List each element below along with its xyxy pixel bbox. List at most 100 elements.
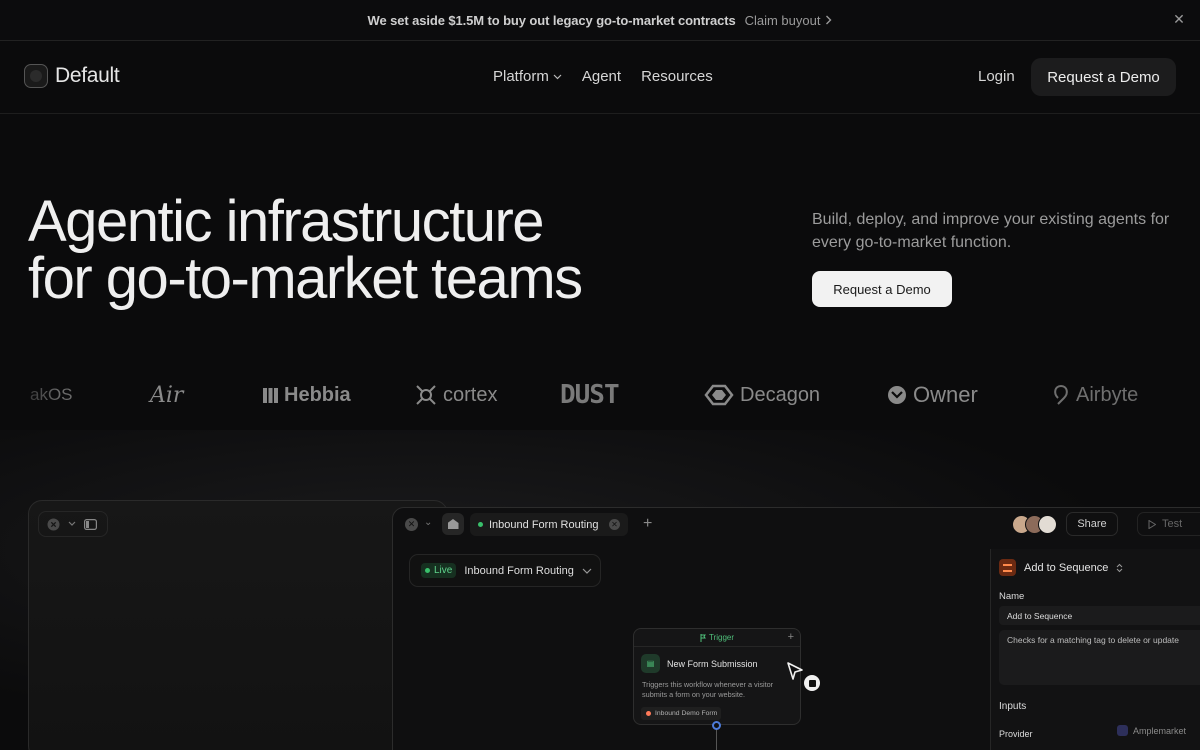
logo-owner: Owner — [887, 375, 978, 415]
logo-air: Air — [150, 375, 183, 415]
hero-title-line-1: Agentic infrastructure — [28, 189, 545, 254]
hubspot-icon — [646, 711, 651, 716]
name-label: Name — [999, 591, 1025, 602]
add-node-plus-icon[interactable]: + — [788, 631, 794, 643]
close-icon[interactable]: ✕ — [1172, 12, 1186, 26]
node-settings-panel: Add to Sequence Name Add to Sequence Che… — [990, 549, 1200, 750]
chevron-updown-icon[interactable] — [1116, 563, 1123, 573]
main-menu: Platform Agent Resources — [493, 68, 713, 85]
logo-air-label: Air — [150, 382, 184, 408]
tab-inbound-form-routing[interactable]: Inbound Form Routing ✕ — [470, 513, 628, 536]
node-header-label: Trigger — [708, 633, 735, 642]
logo-owner-label: Owner — [913, 382, 978, 407]
logo-airbyte: Airbyte — [1052, 375, 1138, 415]
panel-title: Add to Sequence — [1024, 561, 1109, 574]
inputs-heading: Inputs — [999, 701, 1027, 712]
logo-cortex: cortex — [415, 375, 497, 415]
menu-item-label: Platform — [493, 68, 549, 85]
cortex-mark-icon — [416, 385, 436, 405]
logo-strip-fade-right — [1130, 370, 1200, 420]
logo-hebbia: Hebbia — [263, 375, 351, 415]
trigger-node[interactable]: Trigger + ▤ New Form Submission Triggers… — [633, 628, 801, 725]
app-preview-back-window — [28, 500, 448, 750]
close-circle-icon[interactable] — [47, 518, 60, 531]
sequence-icon — [999, 559, 1016, 576]
test-label: Test — [1162, 518, 1183, 530]
chevron-down-icon[interactable] — [68, 521, 76, 527]
close-circle-icon[interactable]: ✕ — [405, 518, 418, 531]
logo-dust: DUST — [560, 375, 620, 415]
share-button[interactable]: Share — [1066, 512, 1118, 536]
logo-strip-fade-left — [0, 370, 60, 420]
login-link[interactable]: Login — [978, 68, 1015, 85]
live-dot — [425, 568, 430, 573]
node-header: Trigger + — [634, 629, 800, 647]
test-button[interactable]: Test — [1137, 512, 1200, 536]
home-icon[interactable] — [442, 513, 464, 535]
brand-name: Default — [55, 64, 120, 87]
chevron-right-icon — [826, 15, 832, 25]
logo-mark-icon — [24, 64, 48, 88]
logo-decagon-label: Decagon — [740, 383, 821, 406]
collaborator-avatars — [1012, 515, 1057, 534]
tab-label: Inbound Form Routing — [489, 518, 599, 531]
live-badge: Live — [421, 563, 457, 578]
sidebar-toggle-icon[interactable] — [84, 518, 97, 530]
menu-item-label: Agent — [581, 68, 622, 85]
mouse-cursor-icon — [787, 662, 803, 680]
chevron-down-icon — [582, 568, 592, 574]
cursor-user-badge-icon — [804, 675, 820, 691]
chevron-down-icon[interactable]: ⌄ — [424, 517, 432, 528]
logo-dust-label: DUST — [560, 380, 620, 410]
connector-handle[interactable] — [712, 721, 721, 730]
owner-mark-icon — [888, 386, 906, 404]
amplemarket-icon — [1117, 725, 1128, 736]
close-tab-icon[interactable]: ✕ — [609, 519, 620, 530]
hero-request-demo-button[interactable]: Request a Demo — [812, 271, 952, 307]
hero-title: Agentic infrastructure for go-to-market … — [28, 189, 583, 311]
panel-title-row: Add to Sequence — [999, 559, 1123, 576]
chevron-down-icon — [553, 74, 562, 79]
provider-select[interactable]: Amplemarket — [1117, 725, 1186, 736]
banner-message: We set aside $1.5M to buy out legacy go-… — [367, 12, 736, 28]
logo-hebbia-label: Hebbia — [284, 383, 351, 406]
claim-buyout-link[interactable]: Claim buyout — [745, 13, 833, 28]
provider-label: Provider — [999, 729, 1033, 739]
menu-item-agent[interactable]: Agent — [582, 68, 621, 85]
logo-airbyte-label: Airbyte — [1076, 383, 1139, 406]
top-nav: Default Platform Agent Resources Login R… — [0, 41, 1200, 114]
workflow-selector[interactable]: Live Inbound Form Routing — [409, 554, 601, 587]
node-description: Triggers this workflow whenever a visito… — [642, 680, 774, 699]
customer-logo-strip: akOS Air Hebbia cortex DUST Decagon Owne… — [0, 375, 1200, 415]
provider-value: Amplemarket — [1133, 725, 1187, 736]
logo-decagon: Decagon — [704, 375, 820, 415]
logo-cortex-label: cortex — [443, 383, 498, 406]
node-title-row: ▤ New Form Submission — [641, 654, 758, 673]
play-icon — [1148, 519, 1156, 529]
decagon-mark-icon — [704, 384, 734, 406]
hero-subtitle: Build, deploy, and improve your existing… — [812, 211, 1170, 251]
app-preview-window: ✕ ⌄ Inbound Form Routing ✕ + Share Test … — [392, 507, 1200, 750]
node-form-chip: Inbound Demo Form — [641, 707, 722, 720]
menu-item-resources[interactable]: Resources — [641, 68, 713, 85]
live-label: Live — [434, 565, 453, 576]
flag-icon — [700, 633, 706, 642]
menu-item-platform[interactable]: Platform — [493, 68, 562, 85]
avatar — [1038, 515, 1057, 534]
window-controls — [38, 511, 108, 537]
hero-title-line-2: for go-to-market teams — [28, 246, 583, 311]
app-tab-bar: ✕ ⌄ Inbound Form Routing ✕ + Share Test — [393, 508, 1200, 542]
description-field[interactable]: Checks for a matching tag to delete or u… — [999, 630, 1200, 685]
workflow-name: Inbound Form Routing — [464, 564, 574, 577]
node-chip-label: Inbound Demo Form — [655, 710, 718, 717]
airbyte-mark-icon — [1054, 385, 1068, 405]
hebbia-grid-icon — [263, 387, 278, 403]
form-icon: ▤ — [641, 654, 660, 673]
request-demo-button[interactable]: Request a Demo — [1031, 58, 1176, 96]
live-status-dot — [478, 522, 483, 527]
claim-buyout-label: Claim buyout — [744, 12, 821, 28]
node-title: New Form Submission — [667, 658, 758, 669]
brand-logo[interactable]: Default — [24, 64, 120, 88]
new-tab-plus-icon[interactable]: + — [643, 515, 652, 533]
name-field[interactable]: Add to Sequence — [999, 606, 1200, 625]
